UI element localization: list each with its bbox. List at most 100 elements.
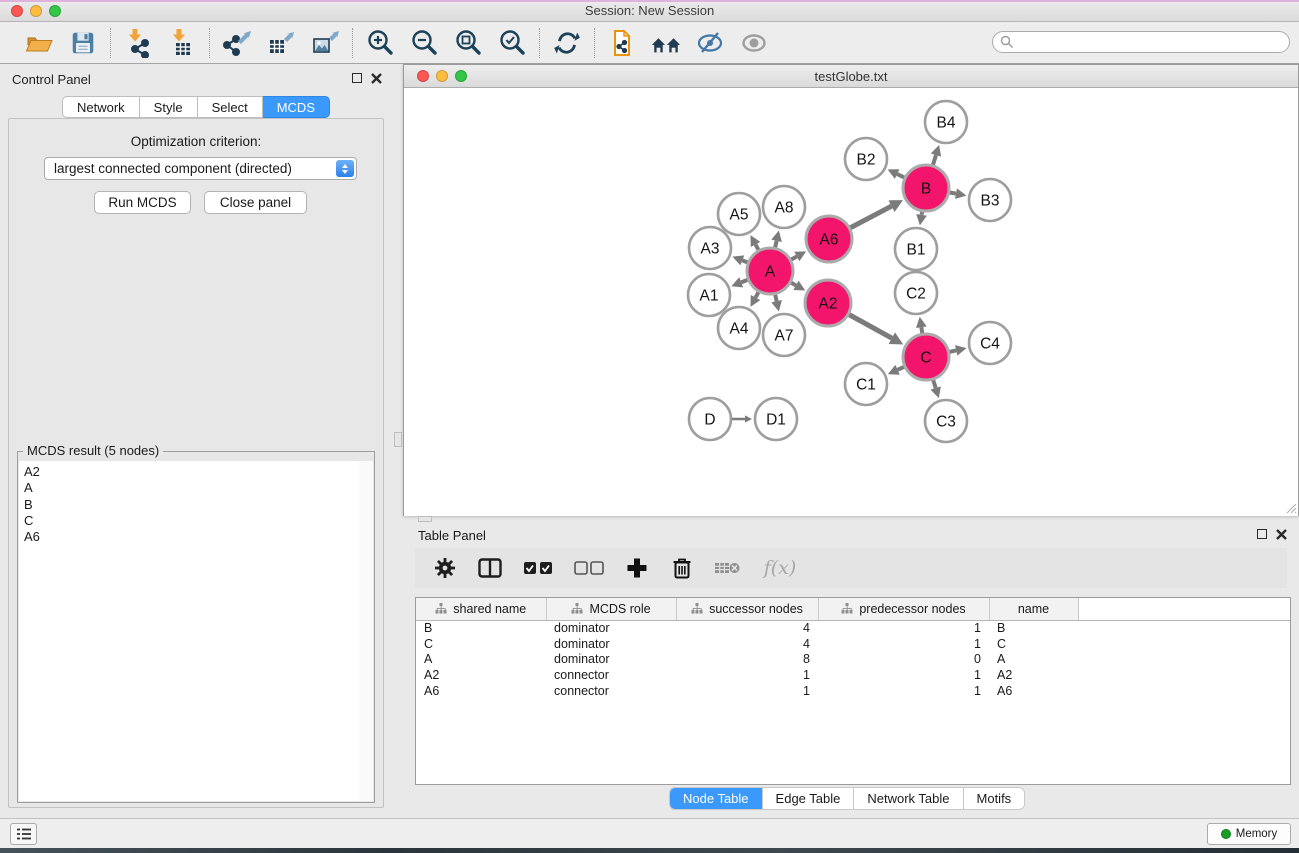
zoom-in-icon[interactable] (364, 27, 396, 59)
birdseye-view-icon[interactable] (738, 27, 770, 59)
graph-node-C1[interactable]: C1 (845, 363, 887, 405)
search-box[interactable] (992, 31, 1290, 53)
graph-node-D[interactable]: D (689, 398, 731, 440)
table-row[interactable]: A2connector11A2 (416, 667, 1291, 683)
column-header-shared-name[interactable]: shared name (416, 598, 546, 620)
graph-node-A4[interactable]: A4 (718, 307, 760, 349)
close-panel-button[interactable]: Close panel (204, 191, 307, 214)
tab-motifs[interactable]: Motifs (963, 788, 1025, 809)
table-row[interactable]: Bdominator41B (416, 620, 1291, 636)
column-header-name[interactable]: name (989, 598, 1078, 620)
graph-edge-arrowhead (955, 345, 967, 356)
graph-edge-arrowhead (916, 317, 927, 328)
splitter-handle-vertical[interactable] (394, 432, 402, 447)
refresh-icon[interactable] (551, 27, 583, 59)
save-session-icon[interactable] (67, 27, 99, 59)
toggle-graphics-details-icon[interactable] (694, 27, 726, 59)
graph-node-A3[interactable]: A3 (689, 227, 731, 269)
column-header-predecessor-nodes[interactable]: predecessor nodes (818, 598, 989, 620)
control-panel-title: Control Panel (12, 72, 91, 87)
criterion-select[interactable]: largest connected component (directed) (44, 157, 357, 180)
tab-network[interactable]: Network (62, 96, 140, 118)
tab-network-table[interactable]: Network Table (853, 788, 962, 809)
delete-table-icon[interactable] (713, 554, 741, 582)
delete-rows-icon[interactable] (668, 554, 696, 582)
select-all-icon[interactable] (521, 554, 555, 582)
tab-mcds[interactable]: MCDS (263, 96, 330, 118)
graph-node-A8[interactable]: A8 (763, 186, 805, 228)
result-item[interactable]: A6 (24, 529, 359, 545)
search-input[interactable] (1014, 33, 1289, 51)
import-network-icon[interactable] (122, 27, 154, 59)
zoom-out-icon[interactable] (408, 27, 440, 59)
graph-node-A1[interactable]: A1 (688, 274, 730, 316)
table-cell-filler (1078, 636, 1291, 652)
result-item[interactable]: A2 (24, 464, 359, 480)
close-table-panel-icon[interactable] (1276, 529, 1287, 540)
column-header-successor-nodes[interactable]: successor nodes (676, 598, 818, 620)
result-scrollbar[interactable] (359, 461, 373, 801)
table-cell: 1 (676, 683, 818, 699)
add-row-icon[interactable] (623, 554, 651, 582)
graph-node-A5[interactable]: A5 (718, 193, 760, 235)
table-cell: 1 (676, 667, 818, 683)
float-table-panel-icon[interactable] (1257, 529, 1267, 539)
result-item[interactable]: A (24, 480, 359, 496)
graph-node-B2[interactable]: B2 (845, 138, 887, 180)
tab-node-table[interactable]: Node Table (670, 788, 762, 809)
graph-node-B3[interactable]: B3 (969, 179, 1011, 221)
column-header-MCDS-role[interactable]: MCDS role (546, 598, 676, 620)
zoom-fit-icon[interactable] (452, 27, 484, 59)
zoom-selected-icon[interactable] (496, 27, 528, 59)
table-cell: 1 (818, 683, 989, 699)
memory-button[interactable]: Memory (1207, 823, 1291, 845)
float-panel-icon[interactable] (352, 73, 362, 83)
first-neighbors-icon[interactable] (650, 27, 682, 59)
open-session-icon[interactable] (23, 27, 55, 59)
new-network-from-selection-icon[interactable] (606, 27, 638, 59)
export-image-icon[interactable] (309, 27, 341, 59)
graph-node-B4[interactable]: B4 (925, 101, 967, 143)
graph-node-B1[interactable]: B1 (895, 228, 937, 270)
resize-grip-icon[interactable] (1284, 501, 1297, 514)
graph-node-C2[interactable]: C2 (895, 272, 937, 314)
network-canvas[interactable]: B4 B2 B B3 A8A5 A6 A3 B1 A C2 A1 A2 A4A7 C4 C C1 D D1 C3 (404, 89, 1298, 516)
toggle-column-view-icon[interactable] (476, 554, 504, 582)
export-table-icon[interactable] (265, 27, 297, 59)
table-settings-icon[interactable] (431, 554, 459, 582)
result-item[interactable]: B (24, 497, 359, 513)
table-row[interactable]: Cdominator41C (416, 636, 1291, 652)
table-cell: 1 (818, 620, 989, 636)
run-mcds-button[interactable]: Run MCDS (94, 191, 191, 214)
table-row[interactable]: A6connector11A6 (416, 683, 1291, 699)
table-cell: 8 (676, 651, 818, 667)
splitter-handle-horizontal[interactable] (418, 516, 432, 522)
graph-node-C[interactable]: C (903, 334, 949, 380)
close-panel-icon[interactable] (371, 73, 382, 84)
graph-node-C3[interactable]: C3 (925, 400, 967, 442)
table-row[interactable]: Adominator80A (416, 651, 1291, 667)
column-header-filler (1078, 598, 1291, 620)
tab-edge-table[interactable]: Edge Table (762, 788, 854, 809)
graph-node-A7[interactable]: A7 (763, 314, 805, 356)
tab-style[interactable]: Style (140, 96, 198, 118)
deselect-all-icon[interactable] (572, 554, 606, 582)
import-table-icon[interactable] (166, 27, 198, 59)
tab-select[interactable]: Select (198, 96, 263, 118)
function-builder-icon[interactable]: f(x) (758, 554, 802, 582)
graph-node-A2[interactable]: A2 (805, 280, 851, 326)
graph-node-A[interactable]: A (747, 248, 793, 294)
table-cell: connector (546, 683, 676, 699)
main-toolbar (0, 22, 1299, 64)
graph-node-C4[interactable]: C4 (969, 322, 1011, 364)
network-window-titlebar[interactable]: testGlobe.txt (404, 65, 1298, 88)
task-history-button[interactable] (10, 823, 37, 845)
graph-node-B[interactable]: B (903, 165, 949, 211)
result-item[interactable]: C (24, 513, 359, 529)
graph-node-D1[interactable]: D1 (755, 398, 797, 440)
graph-edge-arrowhead (771, 300, 782, 312)
table-cell: dominator (546, 636, 676, 652)
export-network-icon[interactable] (221, 27, 253, 59)
graph-node-A6[interactable]: A6 (806, 216, 852, 262)
graph-edge-arrowhead (955, 188, 966, 199)
